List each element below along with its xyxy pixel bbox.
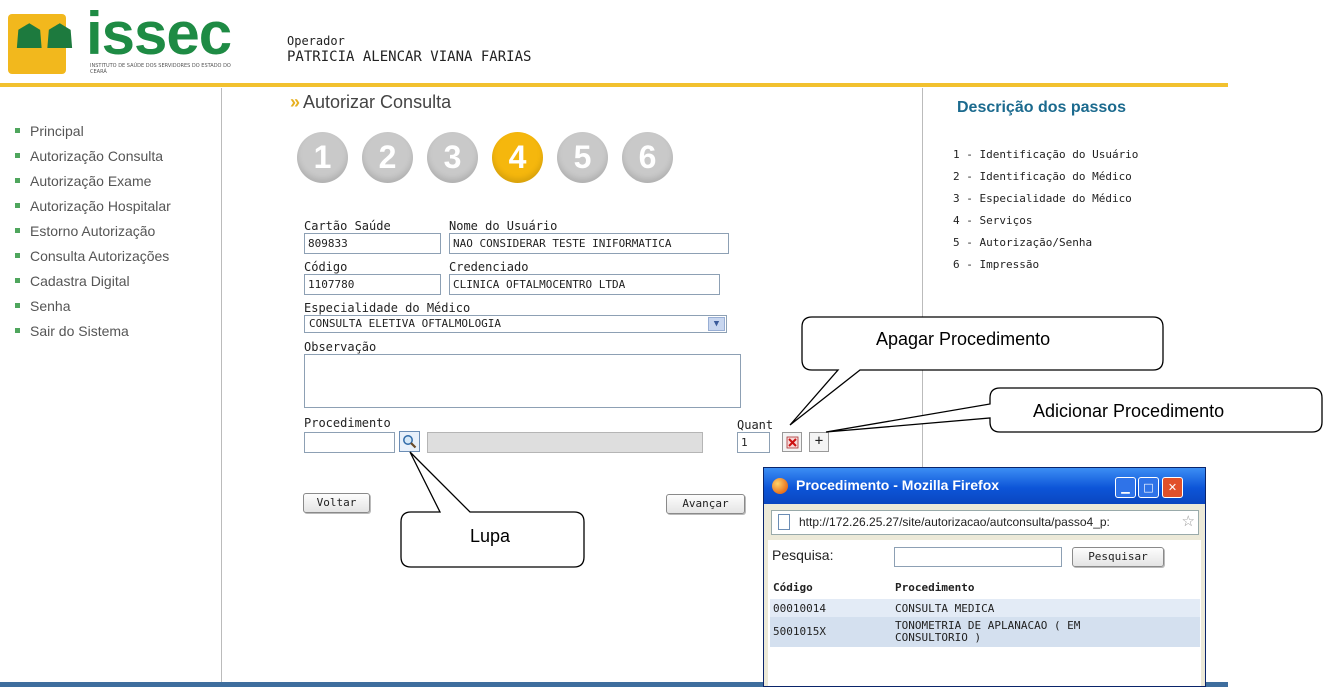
popup-titlebar[interactable]: Procedimento - Mozilla Firefox ▁ □ ✕ [764, 468, 1205, 504]
callout-adicionar-text: Adicionar Procedimento [1033, 401, 1225, 421]
procedure-results-table: Código Procedimento 00010014 CONSULTA ME… [770, 576, 1200, 647]
maximize-icon[interactable]: □ [1138, 477, 1159, 498]
url-bar[interactable]: http://172.26.25.27/site/autorizacao/aut… [771, 510, 1199, 535]
column-header-codigo: Código [770, 576, 892, 599]
bookmark-star-icon[interactable]: ☆ [1182, 512, 1195, 530]
popup-title: Procedimento - Mozilla Firefox [796, 477, 1000, 493]
search-label: Pesquisa: [772, 547, 834, 563]
popup-content: Pesquisa: Pesquisar Código Procedimento … [768, 540, 1201, 686]
cell-codigo: 5001015X [770, 617, 892, 647]
callout-lupa-text: Lupa [470, 526, 511, 546]
firefox-popup-window: Procedimento - Mozilla Firefox ▁ □ ✕ htt… [763, 467, 1206, 687]
page-icon [778, 514, 790, 530]
table-row[interactable]: 00010014 CONSULTA MEDICA [770, 598, 1200, 617]
cell-procedimento: TONOMETRIA DE APLANACAO ( EM CONSULTORIO… [892, 617, 1200, 647]
callout-apagar-text: Apagar Procedimento [876, 329, 1051, 349]
table-row[interactable]: 5001015X TONOMETRIA DE APLANACAO ( EM CO… [770, 617, 1200, 647]
cell-codigo: 00010014 [770, 598, 892, 617]
close-icon[interactable]: ✕ [1162, 477, 1183, 498]
cell-procedimento: CONSULTA MEDICA [892, 598, 1200, 617]
callout-lupa-bubble [400, 451, 585, 568]
search-input[interactable] [894, 547, 1062, 567]
column-header-procedimento: Procedimento [892, 576, 1200, 599]
table-header-row: Código Procedimento [770, 576, 1200, 599]
minimize-icon[interactable]: ▁ [1115, 477, 1136, 498]
url-text: http://172.26.25.27/site/autorizacao/aut… [799, 515, 1110, 529]
search-button[interactable]: Pesquisar [1072, 547, 1164, 567]
firefox-icon [772, 478, 788, 494]
